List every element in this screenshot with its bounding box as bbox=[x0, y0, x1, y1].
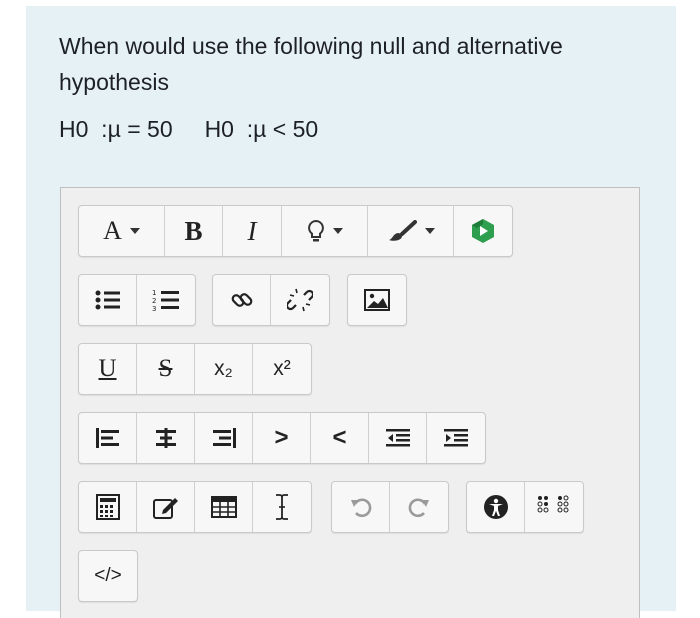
paint-brush-icon bbox=[387, 220, 417, 242]
redo-icon bbox=[408, 496, 430, 518]
calculator-icon bbox=[95, 494, 120, 520]
align-right-button[interactable] bbox=[195, 413, 253, 463]
underline-label: U bbox=[98, 355, 117, 382]
toolbar-group-alignment: > < bbox=[78, 412, 486, 464]
strike-label: S bbox=[158, 355, 173, 382]
question-line-1: When would use the following null and al… bbox=[59, 33, 563, 59]
bold-button[interactable]: B bbox=[165, 206, 223, 256]
question-line-2: hypothesis bbox=[59, 69, 169, 95]
ordered-list-button[interactable]: 123 bbox=[137, 275, 195, 325]
indent-button[interactable]: > bbox=[253, 413, 311, 463]
text-editor[interactable]: A B I 1 2 3 U S x₂ x² > < </> bbox=[60, 187, 640, 618]
toolbar-group-text-style: U S x₂ x² bbox=[78, 343, 312, 395]
equation-editor-button[interactable] bbox=[79, 482, 137, 532]
html-source-button[interactable]: </> bbox=[79, 551, 137, 601]
outdent-button[interactable]: < bbox=[311, 413, 369, 463]
align-center-icon bbox=[154, 428, 178, 448]
align-center-button[interactable] bbox=[137, 413, 195, 463]
toolbar-group-links bbox=[212, 274, 330, 326]
table-button[interactable] bbox=[195, 482, 253, 532]
media-recorder-button[interactable] bbox=[454, 206, 512, 256]
bullet-list-icon bbox=[95, 290, 121, 310]
toolbar-group-insert bbox=[78, 481, 312, 533]
styles-button[interactable] bbox=[282, 206, 368, 256]
text-cursor-icon bbox=[274, 494, 290, 520]
chevron-down-icon bbox=[424, 228, 435, 234]
subscript-label: x₂ bbox=[214, 357, 233, 380]
unlink-icon bbox=[287, 287, 313, 313]
accessibility-checker-button[interactable] bbox=[467, 482, 525, 532]
indent-icon bbox=[444, 428, 468, 448]
clear-formatting-button[interactable] bbox=[253, 482, 311, 532]
chevron-down-icon bbox=[129, 228, 140, 234]
indent-label: > bbox=[274, 424, 289, 451]
edit-icon bbox=[152, 495, 179, 519]
italic-button[interactable]: I bbox=[223, 206, 282, 256]
decrease-indent-button[interactable] bbox=[369, 413, 427, 463]
link-icon bbox=[230, 288, 254, 312]
recorder-logo-icon bbox=[470, 218, 496, 244]
insert-image-button[interactable] bbox=[348, 275, 406, 325]
outdent-icon bbox=[385, 428, 410, 448]
braille-icon bbox=[537, 495, 571, 519]
screen-reader-helper-button[interactable] bbox=[525, 482, 583, 532]
undo-icon bbox=[350, 496, 372, 518]
table-icon bbox=[210, 496, 237, 518]
lightbulb-icon bbox=[307, 219, 325, 243]
toolbar-group-accessibility bbox=[466, 481, 584, 533]
hypotheses-text: H0 :µ = 50 H0 :µ < 50 bbox=[59, 116, 319, 142]
svg-text:2: 2 bbox=[152, 297, 156, 305]
outdent-label: < bbox=[332, 424, 347, 451]
align-left-button[interactable] bbox=[79, 413, 137, 463]
svg-text:3: 3 bbox=[152, 305, 156, 312]
question-text: When would use the following null and al… bbox=[59, 28, 659, 100]
undo-button[interactable] bbox=[332, 482, 390, 532]
subscript-button[interactable]: x₂ bbox=[195, 344, 253, 394]
underline-button[interactable]: U bbox=[79, 344, 137, 394]
superscript-label: x² bbox=[273, 357, 291, 380]
chevron-down-icon bbox=[332, 228, 343, 234]
unordered-list-button[interactable] bbox=[79, 275, 137, 325]
link-button[interactable] bbox=[213, 275, 271, 325]
toolbar-group-history bbox=[331, 481, 449, 533]
html-label: </> bbox=[94, 565, 122, 586]
align-left-icon bbox=[95, 428, 120, 448]
toolbar-group-image bbox=[347, 274, 407, 326]
bold-label: B bbox=[184, 215, 203, 246]
redo-button[interactable] bbox=[390, 482, 448, 532]
toolbar-group-lists: 123 bbox=[78, 274, 196, 326]
numbered-list-icon: 123 bbox=[152, 288, 180, 312]
svg-text:1: 1 bbox=[152, 289, 156, 297]
superscript-button[interactable]: x² bbox=[253, 344, 311, 394]
font-color-label: A bbox=[103, 216, 122, 245]
accessibility-icon bbox=[483, 494, 509, 520]
manage-files-button[interactable] bbox=[137, 482, 195, 532]
font-color-button[interactable]: A bbox=[79, 206, 165, 256]
align-right-icon bbox=[212, 428, 236, 448]
strikethrough-button[interactable]: S bbox=[137, 344, 195, 394]
toolbar-group-html: </> bbox=[78, 550, 138, 602]
toolbar-group-format: A B I bbox=[78, 205, 513, 257]
italic-label: I bbox=[247, 215, 257, 246]
unlink-button[interactable] bbox=[271, 275, 329, 325]
paint-brush-button[interactable] bbox=[368, 206, 454, 256]
increase-indent-button[interactable] bbox=[427, 413, 485, 463]
image-icon bbox=[364, 289, 390, 311]
